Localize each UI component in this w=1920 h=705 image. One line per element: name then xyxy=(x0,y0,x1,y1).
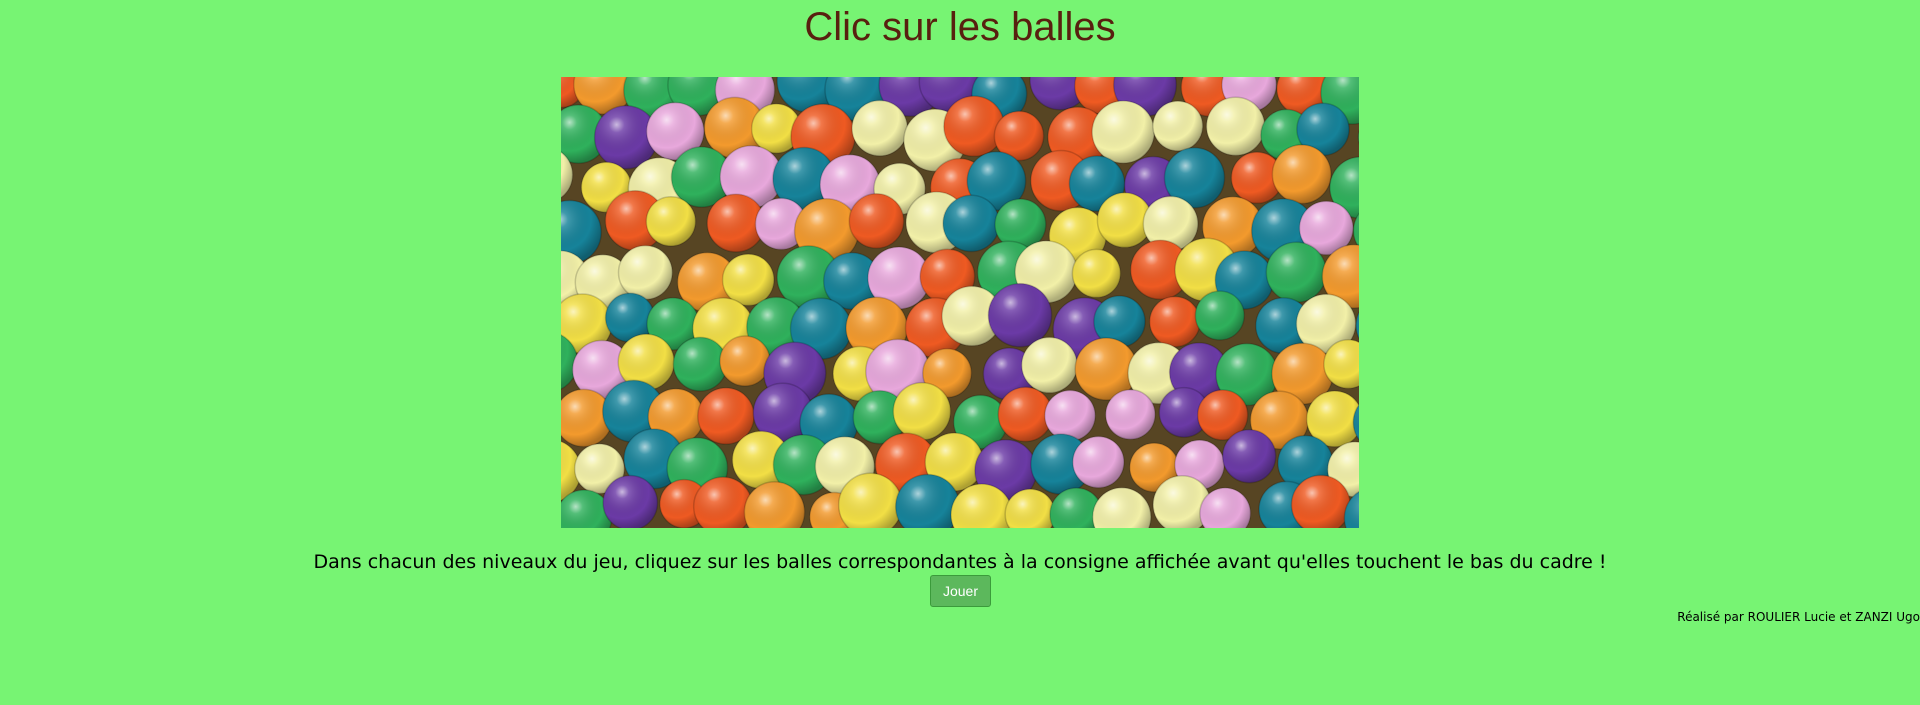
ball-highlight xyxy=(988,283,1052,347)
ball-highlight xyxy=(722,254,774,306)
ball-highlight xyxy=(1072,436,1124,488)
ball-pit-image xyxy=(561,77,1359,528)
ball-highlight xyxy=(1206,97,1265,156)
game-instructions: Dans chacun des niveaux du jeu, cliquez … xyxy=(313,551,1607,573)
ball-highlight xyxy=(1092,100,1155,164)
page-title: Clic sur les balles xyxy=(804,5,1116,49)
ball-highlight xyxy=(893,382,951,440)
ball-highlight xyxy=(849,193,904,249)
play-button[interactable]: Jouer xyxy=(930,575,991,607)
ball-highlight xyxy=(603,475,658,528)
ball-group xyxy=(561,77,1359,528)
ball-highlight xyxy=(1044,390,1096,441)
ball-highlight xyxy=(1266,242,1327,303)
ball-highlight xyxy=(852,100,908,156)
ball-highlight xyxy=(618,245,673,300)
ball-highlight xyxy=(1149,296,1200,347)
credits-text: Réalisé par ROULIER Lucie et ZANZI Ugo xyxy=(1677,610,1920,624)
ball-highlight xyxy=(1272,144,1331,204)
ball-highlight xyxy=(1021,337,1078,393)
ball-highlight xyxy=(673,337,727,392)
ball-highlight xyxy=(1195,291,1245,340)
game-home-page: Clic sur les balles Dans chacun des nive… xyxy=(0,0,1920,705)
ball-highlight xyxy=(1152,101,1203,151)
ball-highlight xyxy=(719,336,770,386)
ball-highlight xyxy=(1222,429,1276,483)
ball-highlight xyxy=(943,195,1000,252)
ball-highlight xyxy=(943,96,1005,157)
ball-highlight xyxy=(1105,389,1156,440)
ball-pit-illustration xyxy=(561,77,1359,528)
ball-highlight xyxy=(646,196,696,246)
ball-highlight xyxy=(1072,249,1121,298)
